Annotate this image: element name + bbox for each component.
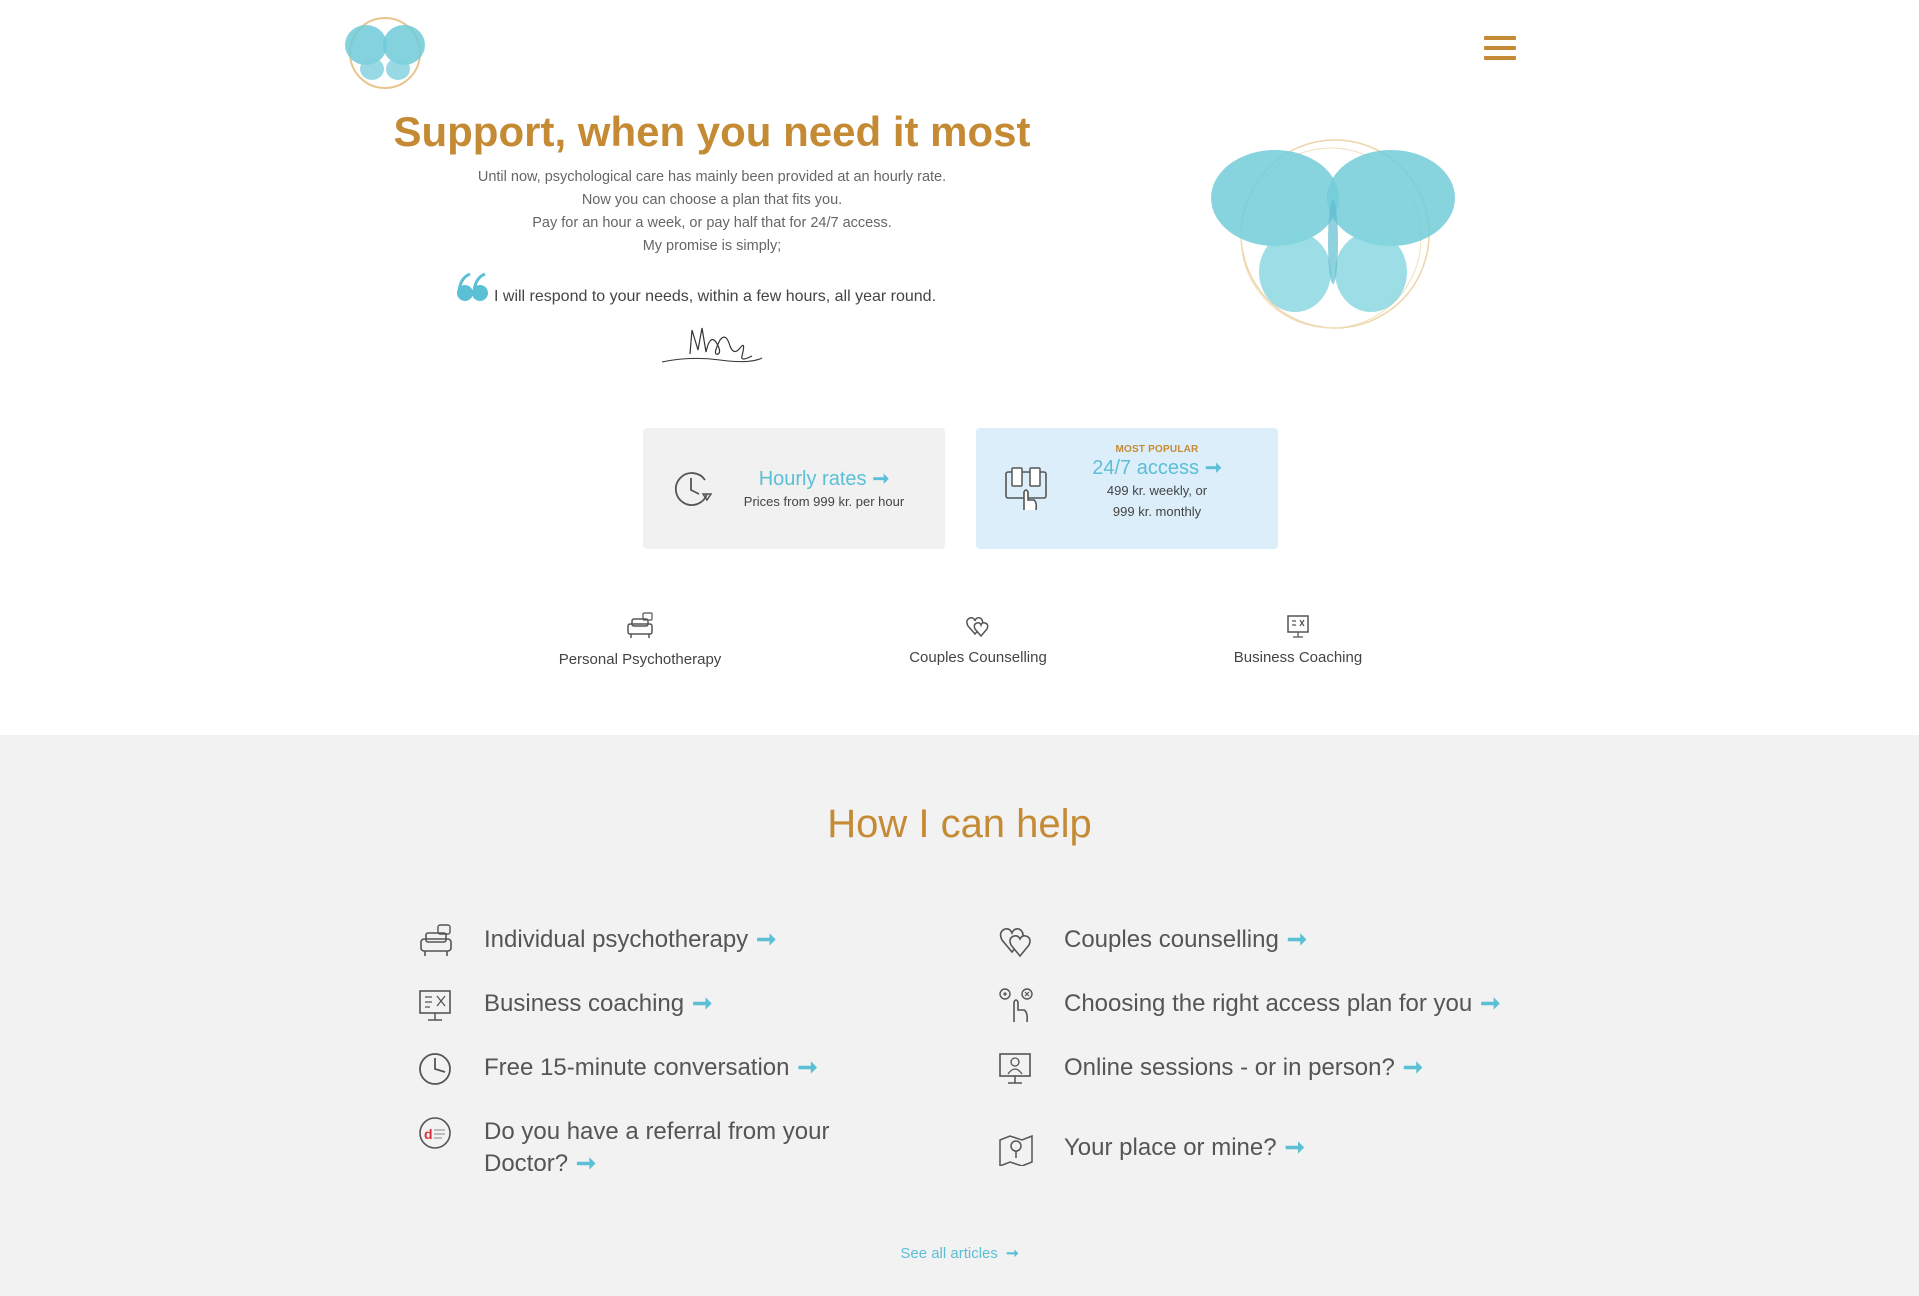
arrow-right-icon: ➞	[1284, 1134, 1305, 1161]
arrow-right-icon: ➞	[872, 468, 890, 490]
logo[interactable]	[340, 14, 430, 90]
help-link-label: Online sessions - or in person?	[1064, 1054, 1395, 1081]
arrow-right-icon: ➞	[756, 926, 777, 953]
service-business-coaching[interactable]: Business Coaching	[1168, 614, 1428, 666]
hand-choice-icon	[998, 988, 1034, 1029]
help-link-label-continued: Doctor?	[484, 1150, 569, 1177]
svg-text:d: d	[424, 1126, 433, 1142]
quote-icon	[456, 270, 490, 304]
devices-touch-icon	[1004, 466, 1048, 517]
help-link-free-conversation[interactable]: Free 15-minute conversation ➞	[418, 1052, 938, 1086]
access-plan-label: 24/7 access	[1092, 457, 1199, 479]
couch-icon	[510, 612, 770, 645]
hero-line: Until now, psychological care has mainly…	[477, 169, 947, 185]
presentation-board-icon	[418, 988, 452, 1027]
menu-bar	[1484, 56, 1516, 60]
referral-icon: d	[418, 1116, 452, 1155]
service-personal-psychotherapy[interactable]: Personal Psychotherapy	[510, 612, 770, 668]
page-title: Support, when you need it most	[393, 108, 1031, 155]
butterfly-illustration	[1205, 132, 1461, 340]
menu-bar	[1484, 36, 1516, 40]
hero-line: My promise is simply;	[642, 238, 782, 254]
clock-icon	[418, 1052, 452, 1091]
help-link-text: Couples counselling ➞	[1064, 924, 1307, 956]
arrow-right-icon: ➞	[1006, 1245, 1019, 1262]
arrow-right-icon: ➞	[692, 990, 713, 1017]
see-all-label: See all articles	[900, 1245, 998, 1262]
arrow-right-icon: ➞	[1480, 990, 1501, 1017]
arrow-right-icon: ➞	[797, 1054, 818, 1081]
access-plan-card[interactable]: MOST POPULAR 24/7 access ➞ 499 kr. weekly…	[976, 428, 1278, 549]
help-link-text: Business coaching ➞	[484, 988, 712, 1020]
section-title: How I can help	[827, 802, 1092, 846]
see-all-articles-link[interactable]: See all articles ➞	[0, 1244, 1919, 1262]
help-link-online-sessions[interactable]: Online sessions - or in person? ➞	[998, 1052, 1558, 1086]
help-link-text: Your place or mine? ➞	[1064, 1132, 1305, 1164]
hourly-rates-title: Hourly rates ➞	[717, 466, 931, 491]
help-link-text: Individual psychotherapy ➞	[484, 924, 776, 956]
promise-quote: I will respond to your needs, within a f…	[494, 288, 937, 305]
access-plan-price-monthly: 999 kr. monthly	[1112, 504, 1202, 519]
service-label: Business Coaching	[1233, 649, 1363, 666]
signature-image	[660, 322, 764, 368]
service-couples-counselling[interactable]: Couples Counselling	[848, 614, 1108, 666]
map-pin-icon	[998, 1132, 1034, 1171]
help-link-label: Free 15-minute conversation	[484, 1054, 790, 1081]
access-plan-title: 24/7 access ➞	[1050, 455, 1264, 480]
menu-bar	[1484, 46, 1516, 50]
access-plan-price-weekly: 499 kr. weekly, or	[1106, 483, 1208, 498]
help-link-your-place-or-mine[interactable]: Your place or mine? ➞	[998, 1132, 1558, 1168]
help-link-couples-counselling[interactable]: Couples counselling ➞	[998, 924, 1558, 958]
help-link-label: Do you have a referral from your	[484, 1118, 830, 1145]
help-link-label: Couples counselling	[1064, 926, 1279, 953]
most-popular-badge: MOST POPULAR	[1115, 444, 1199, 455]
help-link-text: Do you have a referral from your Doctor? ➞	[484, 1116, 829, 1180]
butterfly-logo-icon	[345, 17, 425, 89]
presentation-board-icon	[1168, 614, 1428, 643]
arrow-right-icon: ➞	[1402, 1054, 1423, 1081]
hourly-rates-subtitle: Prices from 999 kr. per hour	[743, 494, 905, 509]
help-link-text: Free 15-minute conversation ➞	[484, 1052, 818, 1084]
hero-intro: Until now, psychological care has mainly…	[380, 166, 1044, 258]
hourly-rates-label: Hourly rates	[758, 468, 867, 490]
hearts-icon	[848, 614, 1108, 643]
help-link-choosing-access-plan[interactable]: Choosing the right access plan for you ➞	[998, 988, 1558, 1023]
couch-icon	[418, 924, 454, 963]
help-link-label: Individual psychotherapy	[484, 926, 749, 953]
hearts-icon	[998, 924, 1034, 963]
clock-icon	[671, 468, 713, 515]
help-link-individual-psychotherapy[interactable]: Individual psychotherapy ➞	[418, 924, 938, 958]
help-link-text: Choosing the right access plan for you ➞	[1064, 988, 1500, 1020]
monitor-icon	[998, 1052, 1032, 1091]
arrow-right-icon: ➞	[1286, 926, 1307, 953]
help-link-business-coaching[interactable]: Business coaching ➞	[418, 988, 938, 1022]
arrow-right-icon: ➞	[1204, 457, 1222, 479]
help-link-label: Choosing the right access plan for you	[1064, 990, 1473, 1017]
help-link-doctor-referral[interactable]: d Do you have a referral from your Doctor…	[418, 1116, 938, 1184]
hamburger-menu-button[interactable]	[1484, 36, 1516, 66]
hero-line: Now you can choose a plan that fits you.	[581, 192, 843, 208]
service-label: Couples Counselling	[909, 649, 1047, 666]
help-link-label: Your place or mine?	[1064, 1134, 1277, 1161]
help-link-label: Business coaching	[484, 990, 685, 1017]
hourly-rates-card[interactable]: Hourly rates ➞ Prices from 999 kr. per ho…	[643, 428, 945, 549]
hero-line: Pay for an hour a week, or pay half that…	[532, 215, 892, 231]
service-label: Personal Psychotherapy	[558, 651, 722, 668]
help-link-text: Online sessions - or in person? ➞	[1064, 1052, 1423, 1084]
arrow-right-icon: ➞	[576, 1150, 597, 1177]
